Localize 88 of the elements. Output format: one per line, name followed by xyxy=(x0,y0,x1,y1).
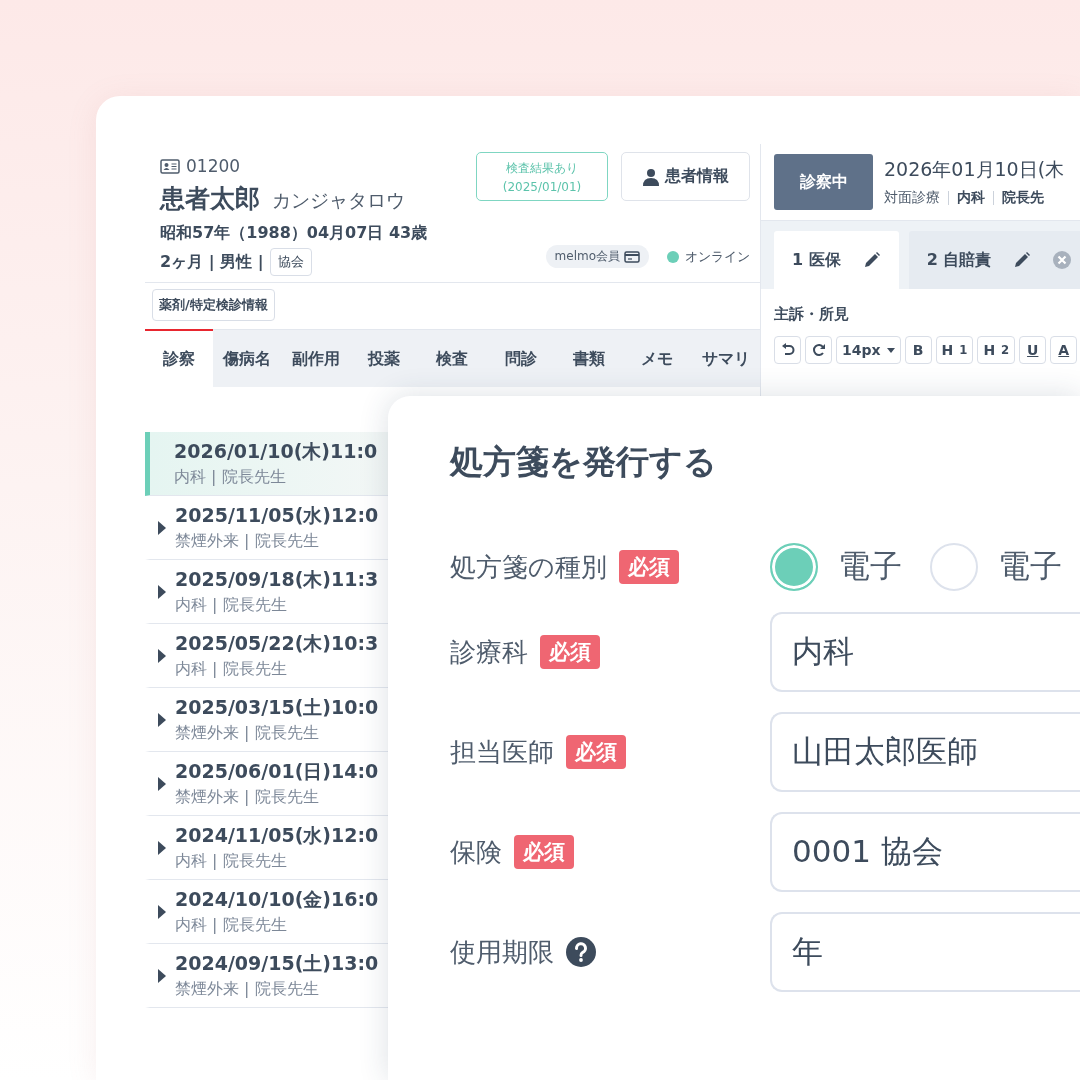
visit-detail: 内科 | 院長先生 xyxy=(175,659,288,680)
patient-info-button[interactable]: 患者情報 xyxy=(621,152,750,201)
caret-icon xyxy=(158,584,166,599)
field-label: 処方箋の種別 xyxy=(450,550,607,584)
tab[interactable]: 検査 xyxy=(418,329,487,387)
input-field[interactable]: 年 xyxy=(770,912,1080,992)
pencil-icon xyxy=(1013,251,1032,269)
card-icon xyxy=(624,250,640,263)
radio-option[interactable]: 電子 xyxy=(930,543,1062,591)
person-icon xyxy=(642,167,659,186)
input-field[interactable]: 山田太郎医師 xyxy=(770,712,1080,792)
visit-datetime: 2024/09/15(土)13:0 xyxy=(175,951,379,976)
field-label: 使用期限 xyxy=(450,935,554,969)
caret-icon xyxy=(158,648,166,663)
insurer-tag: 協会 xyxy=(269,248,312,276)
format-button[interactable]: B xyxy=(904,336,932,364)
required-badge: 必須 xyxy=(514,835,574,869)
visit-detail: 内科 | 院長先生 xyxy=(174,467,287,488)
font-size-dropdown[interactable]: 14px xyxy=(836,336,901,364)
visit-datetime: 2025/03/15(土)10:0 xyxy=(175,695,379,720)
visit-datetime: 2025/06/01(日)14:0 xyxy=(175,759,379,784)
visit-datetime: 2024/10/10(金)16:0 xyxy=(175,887,379,912)
required-badge: 必須 xyxy=(619,550,679,584)
caret-icon xyxy=(158,904,166,919)
radio-button[interactable] xyxy=(770,543,818,591)
patient-name: 患者太郎 xyxy=(160,183,260,215)
caret-icon xyxy=(158,840,166,855)
dialog-title: 処方箋を発行する xyxy=(450,441,718,483)
visit-detail: 禁煙外来 | 院長先生 xyxy=(175,787,320,808)
visit-detail: 禁煙外来 | 院長先生 xyxy=(175,531,320,552)
drug-info-button[interactable]: 薬剤/特定検診情報 xyxy=(152,289,275,321)
required-badge: 必須 xyxy=(566,735,626,769)
status-label: オンライン xyxy=(685,247,750,266)
visit-detail: 禁煙外来 | 院長先生 xyxy=(175,723,320,744)
required-badge: 必須 xyxy=(540,635,600,669)
input-field[interactable]: 0001 協会 xyxy=(770,812,1080,892)
radio-option[interactable]: 電子 xyxy=(770,543,902,591)
insurance-tab[interactable]: 2 自賠責 xyxy=(908,231,1080,289)
pencil-icon xyxy=(862,251,881,269)
tab[interactable]: 診察 xyxy=(145,329,214,387)
format-button[interactable]: A xyxy=(1050,336,1078,364)
consultation-meta: 対面診療 xyxy=(884,189,940,207)
redo-icon xyxy=(811,343,826,357)
membership-badge: melmo会員 xyxy=(545,245,649,268)
visit-datetime: 2025/05/22(木)10:3 xyxy=(175,631,379,656)
redo-button[interactable] xyxy=(805,336,832,364)
id-card-icon xyxy=(160,158,180,174)
visit-datetime: 2026/01/10(木)11:0 xyxy=(174,439,378,464)
caret-icon xyxy=(886,347,895,353)
section-label: 主訴・所見 xyxy=(774,305,850,324)
insurance-tab[interactable]: 1 医保 xyxy=(774,231,899,289)
tab[interactable]: メモ xyxy=(623,329,692,387)
visit-datetime: 2024/11/05(水)12:0 xyxy=(175,823,379,848)
visit-detail: 内科 | 院長先生 xyxy=(175,595,288,616)
consultation-meta: 内科 xyxy=(957,189,985,207)
radio-button[interactable] xyxy=(930,543,978,591)
format-button[interactable]: U xyxy=(1019,336,1047,364)
status-button[interactable]: 診察中 xyxy=(774,154,873,210)
field-label: 保険 xyxy=(450,835,502,869)
status-dot xyxy=(667,250,679,263)
undo-icon xyxy=(780,343,795,357)
input-field[interactable]: 内科 xyxy=(770,612,1080,692)
caret-icon xyxy=(158,968,166,983)
help-icon[interactable] xyxy=(566,937,596,967)
consultation-meta: 院長先 xyxy=(1002,189,1044,207)
patient-id: 01200 xyxy=(186,156,241,176)
field-label: 診療科 xyxy=(450,635,528,669)
field-label: 担当医師 xyxy=(450,735,554,769)
tab[interactable]: 副作用 xyxy=(281,329,350,387)
tab[interactable]: 書類 xyxy=(554,329,624,387)
visit-datetime: 2025/09/18(木)11:3 xyxy=(175,567,379,592)
age-sex: 2ヶ月 | 男性 | xyxy=(160,251,264,273)
visit-datetime: 2025/11/05(水)12:0 xyxy=(175,503,379,528)
caret-icon xyxy=(158,520,166,535)
caret-icon xyxy=(158,776,166,791)
tab[interactable]: 投薬 xyxy=(350,329,419,387)
caret-icon xyxy=(158,712,166,727)
visit-detail: 内科 | 院長先生 xyxy=(175,851,288,872)
birth-date: 昭和57年（1988）04月07日 43歳 xyxy=(160,223,428,244)
tab[interactable]: サマリ xyxy=(691,329,760,387)
tab[interactable]: 問診 xyxy=(486,329,555,387)
undo-button[interactable] xyxy=(774,336,801,364)
visit-detail: 内科 | 院長先生 xyxy=(175,915,288,936)
patient-kana: カンジャタロウ xyxy=(272,188,405,213)
visit-detail: 禁煙外来 | 院長先生 xyxy=(175,979,320,1000)
tab[interactable]: 傷病名 xyxy=(213,329,282,387)
visit-item[interactable]: 2026/01/10(木)11:0 内科 | 院長先生 xyxy=(145,432,388,496)
consultation-date: 2026年01月10日(木 xyxy=(884,157,1065,182)
